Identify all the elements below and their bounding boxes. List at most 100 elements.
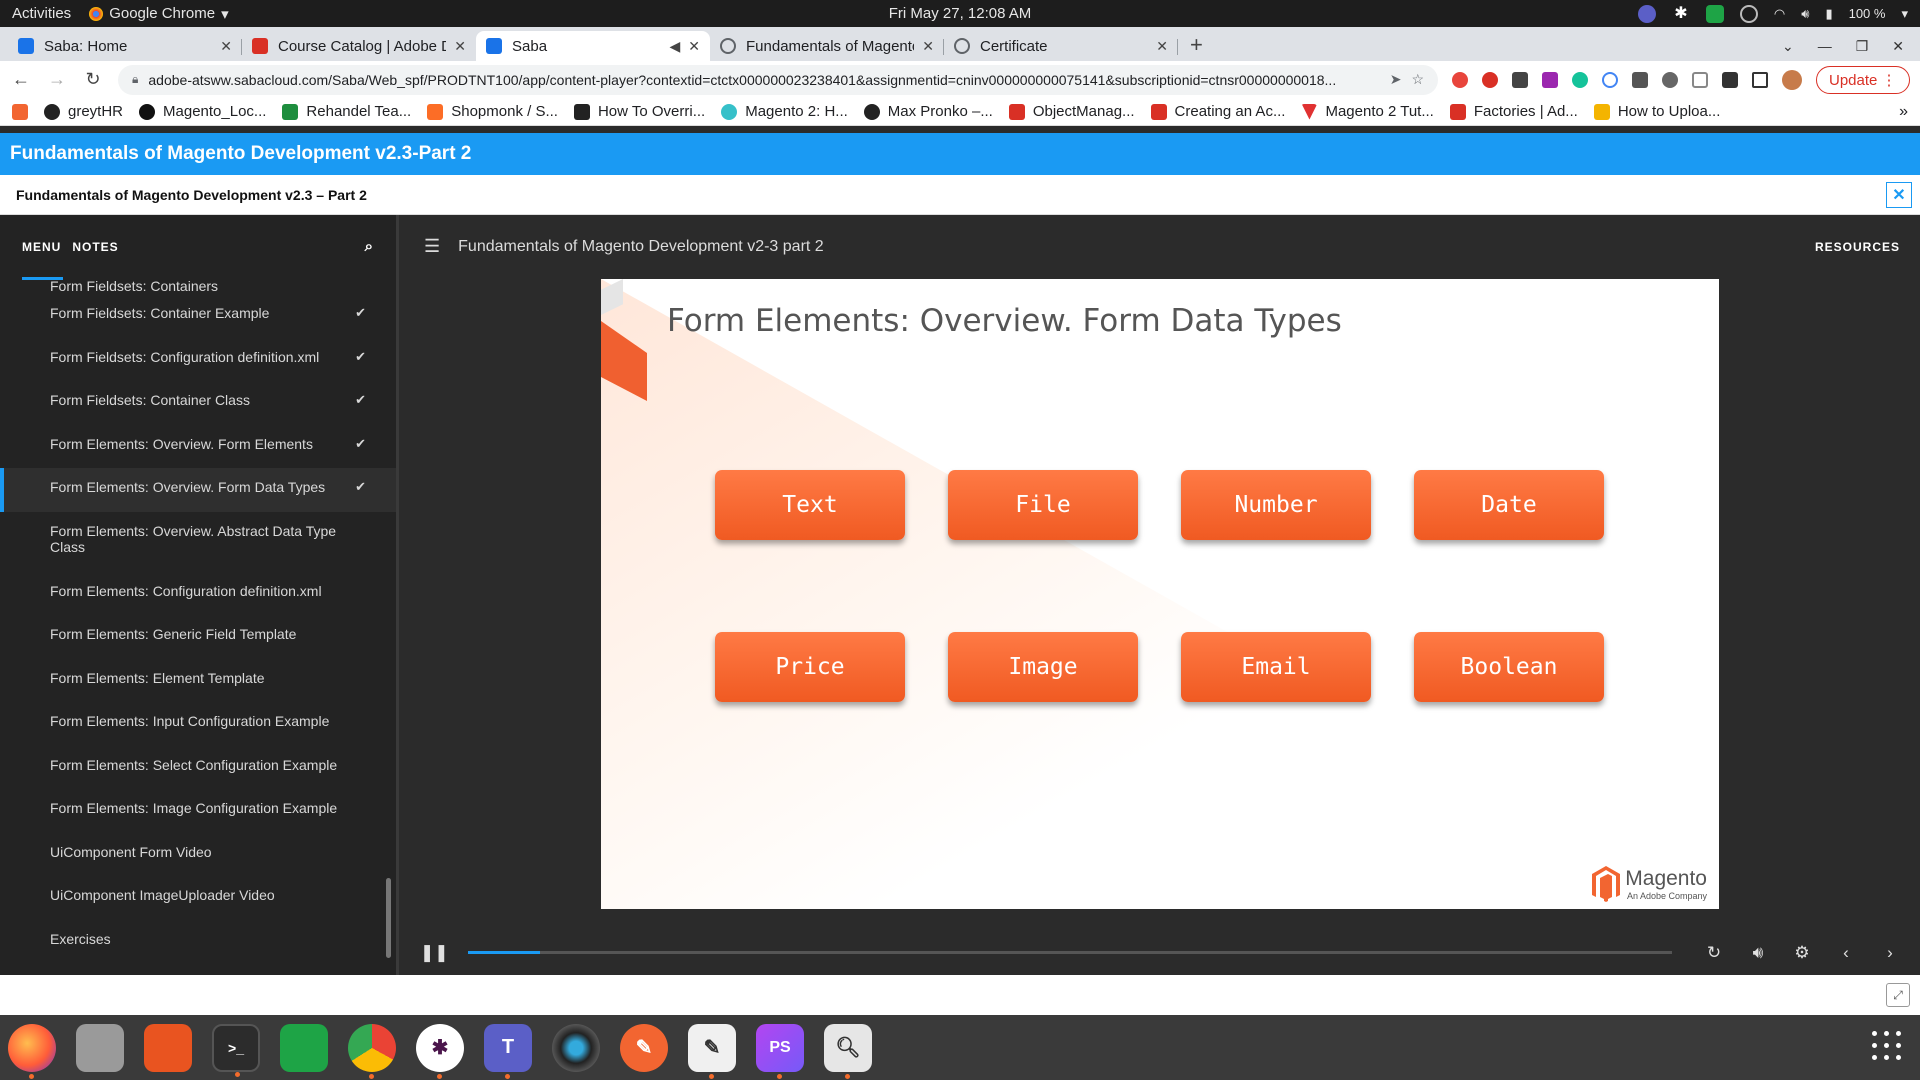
bookmark-item[interactable]: How To Overri... — [573, 103, 705, 120]
close-icon[interactable]: ✕ — [688, 38, 700, 55]
sidebar-item[interactable]: Form Fieldsets: Container Class ✔ — [0, 381, 396, 425]
pen-icon[interactable]: ✎ — [620, 1023, 668, 1072]
sync-tray-icon[interactable] — [1739, 4, 1758, 23]
sidebar-item[interactable]: Form Elements: Generic Field Template — [0, 615, 396, 659]
tab-course-catalog[interactable]: Course Catalog | Adobe D ✕ — [242, 31, 476, 61]
sidebar-item[interactable]: Form Elements: Configuration definition.… — [0, 572, 396, 616]
firefox-icon[interactable] — [8, 1023, 56, 1079]
bookmark-item[interactable]: greytHR — [44, 103, 123, 120]
show-applications-icon[interactable] — [1872, 1031, 1902, 1061]
sidebar-item-active[interactable]: Form Elements: Overview. Form Data Types… — [0, 468, 396, 512]
tab-menu[interactable]: MENU — [22, 240, 64, 280]
back-arrow-icon[interactable]: ← — [10, 69, 32, 90]
next-chevron-icon[interactable]: › — [1878, 943, 1902, 963]
extension-icon[interactable] — [1452, 71, 1468, 88]
progress-bar[interactable] — [468, 951, 1672, 954]
sidebar-item[interactable]: UiComponent ImageUploader Video — [0, 876, 396, 920]
bookmark-item[interactable]: Rehandel Tea... — [282, 103, 411, 120]
slack-icon[interactable]: ✱ — [416, 1023, 464, 1079]
bookmark-item[interactable]: Max Pronko –... — [863, 103, 993, 120]
close-window-icon[interactable]: ✕ — [1892, 38, 1904, 55]
bookmark-item[interactable]: ObjectManag... — [1008, 103, 1135, 120]
document-viewer-icon[interactable]: 🔍︎ — [824, 1023, 872, 1079]
previous-chevron-icon[interactable]: ‹ — [1834, 943, 1858, 963]
bookmark-item[interactable]: Factories | Ad... — [1449, 103, 1578, 120]
chat-tray-icon[interactable] — [1705, 4, 1724, 23]
tab-saba[interactable]: Saba ◀ ✕ — [476, 31, 710, 61]
adblock-icon[interactable] — [1482, 71, 1498, 88]
puzzle-icon[interactable] — [1722, 71, 1738, 88]
battery-icon[interactable]: ▮ — [1825, 6, 1832, 22]
reload-icon[interactable]: ↻ — [82, 69, 104, 90]
bookmark-item[interactable]: Shopmonk / S... — [427, 103, 558, 120]
sidebar-scrollbar[interactable] — [386, 878, 391, 958]
sidebar-item[interactable]: UiComponent Form Video — [0, 833, 396, 877]
sidebar-item[interactable]: Form Elements: Select Configuration Exam… — [0, 746, 396, 790]
close-icon[interactable]: ✕ — [454, 38, 466, 55]
hamburger-menu-icon[interactable]: ☰ — [424, 236, 440, 257]
teams-icon[interactable]: T — [484, 1023, 532, 1079]
update-button[interactable]: Update ⋮ — [1816, 65, 1910, 94]
bookmark-item[interactable]: Magento 2: H... — [721, 103, 848, 120]
clock[interactable]: Fri May 27, 12:08 AM — [0, 5, 1920, 22]
tab-certificate[interactable]: Certificate ✕ — [944, 31, 1178, 61]
sidebar-item[interactable]: Form Elements: Overview. Abstract Data T… — [0, 512, 396, 572]
close-icon[interactable]: ✕ — [922, 38, 934, 55]
google-chat-icon[interactable] — [280, 1023, 328, 1072]
slack-tray-icon[interactable]: ✱ — [1672, 5, 1690, 23]
avatar[interactable] — [1782, 69, 1802, 90]
url-text[interactable]: adobe-atsww.sabacloud.com/Saba/Web_spf/P… — [148, 72, 1379, 88]
replay-icon[interactable]: ↻ — [1702, 943, 1726, 963]
camera-lens-icon[interactable] — [552, 1023, 600, 1072]
fullscreen-icon[interactable]: ⤢ — [1886, 983, 1910, 1007]
resources-button[interactable]: RESOURCES — [1815, 240, 1900, 254]
bookmark-item[interactable]: How to Uploa... — [1593, 103, 1720, 120]
extension-icon[interactable] — [1632, 71, 1648, 88]
restore-icon[interactable]: ❐ — [1856, 38, 1869, 55]
sidebar-item[interactable]: Form Fieldsets: Containers ✔ — [0, 278, 396, 294]
chrome-icon[interactable] — [348, 1023, 396, 1079]
sidebar-item[interactable]: Form Elements: Overview. Form Elements ✔ — [0, 425, 396, 469]
volume-icon[interactable]: 🔊︎ — [1746, 943, 1770, 963]
sidebar-item[interactable]: Form Elements: Image Configuration Examp… — [0, 789, 396, 833]
sidebar-item[interactable]: Form Elements: Input Configuration Examp… — [0, 702, 396, 746]
volume-icon[interactable]: 🔊︎ — [1801, 6, 1809, 22]
activities-button[interactable]: Activities — [12, 5, 71, 22]
sidebar-item[interactable]: Exercises — [0, 920, 396, 964]
software-store-icon[interactable] — [144, 1023, 192, 1072]
more-bookmarks-icon[interactable]: » — [1899, 103, 1908, 121]
pause-icon[interactable]: ❚❚ — [420, 943, 449, 963]
close-icon[interactable]: ✕ — [220, 38, 232, 55]
side-panel-icon[interactable] — [1752, 71, 1768, 88]
bookmark-magento-icon[interactable] — [12, 103, 28, 120]
text-editor-icon[interactable]: ✎ — [688, 1023, 736, 1079]
send-icon[interactable]: ➤ — [1390, 71, 1402, 88]
tab-notes[interactable]: NOTES — [72, 240, 118, 254]
sidebar-item[interactable]: Form Elements: Element Template — [0, 659, 396, 703]
grammarly-icon[interactable] — [1572, 71, 1588, 88]
forward-arrow-icon[interactable]: → — [46, 69, 68, 90]
teams-tray-icon[interactable] — [1637, 4, 1656, 23]
tab-saba-home[interactable]: Saba: Home ✕ — [8, 31, 242, 61]
chevron-down-icon[interactable]: ▾ — [1901, 6, 1908, 22]
bookmark-item[interactable]: Creating an Ac... — [1150, 103, 1285, 120]
extension-icon[interactable] — [1512, 71, 1528, 88]
minimize-icon[interactable]: — — [1818, 38, 1832, 55]
sidebar-item[interactable]: Form Fieldsets: Configuration definition… — [0, 338, 396, 382]
close-button[interactable]: ✕ — [1886, 182, 1912, 208]
address-bar[interactable]: 🔒︎ adobe-atsww.sabacloud.com/Saba/Web_sp… — [118, 64, 1438, 95]
terminal-icon[interactable]: >_ — [212, 1023, 260, 1077]
extension-icon[interactable] — [1542, 71, 1558, 88]
tab-fundamentals[interactable]: Fundamentals of Magento ✕ — [710, 31, 944, 61]
phpstorm-icon[interactable]: PS — [756, 1023, 804, 1079]
sidebar-item[interactable]: Form Fieldsets: Container Example ✔ — [0, 294, 396, 338]
extension-icon[interactable] — [1662, 71, 1678, 88]
speaker-icon[interactable]: ◀ — [669, 38, 680, 55]
close-icon[interactable]: ✕ — [1156, 38, 1168, 55]
wifi-icon[interactable]: ◠ — [1774, 6, 1785, 22]
search-icon[interactable]: ⌕ — [365, 238, 374, 255]
bookmark-item[interactable]: Magento_Loc... — [139, 103, 266, 120]
extension-icon[interactable] — [1602, 71, 1618, 88]
bookmark-item[interactable]: Magento 2 Tut... — [1301, 103, 1434, 120]
extension-icon[interactable] — [1692, 71, 1708, 88]
